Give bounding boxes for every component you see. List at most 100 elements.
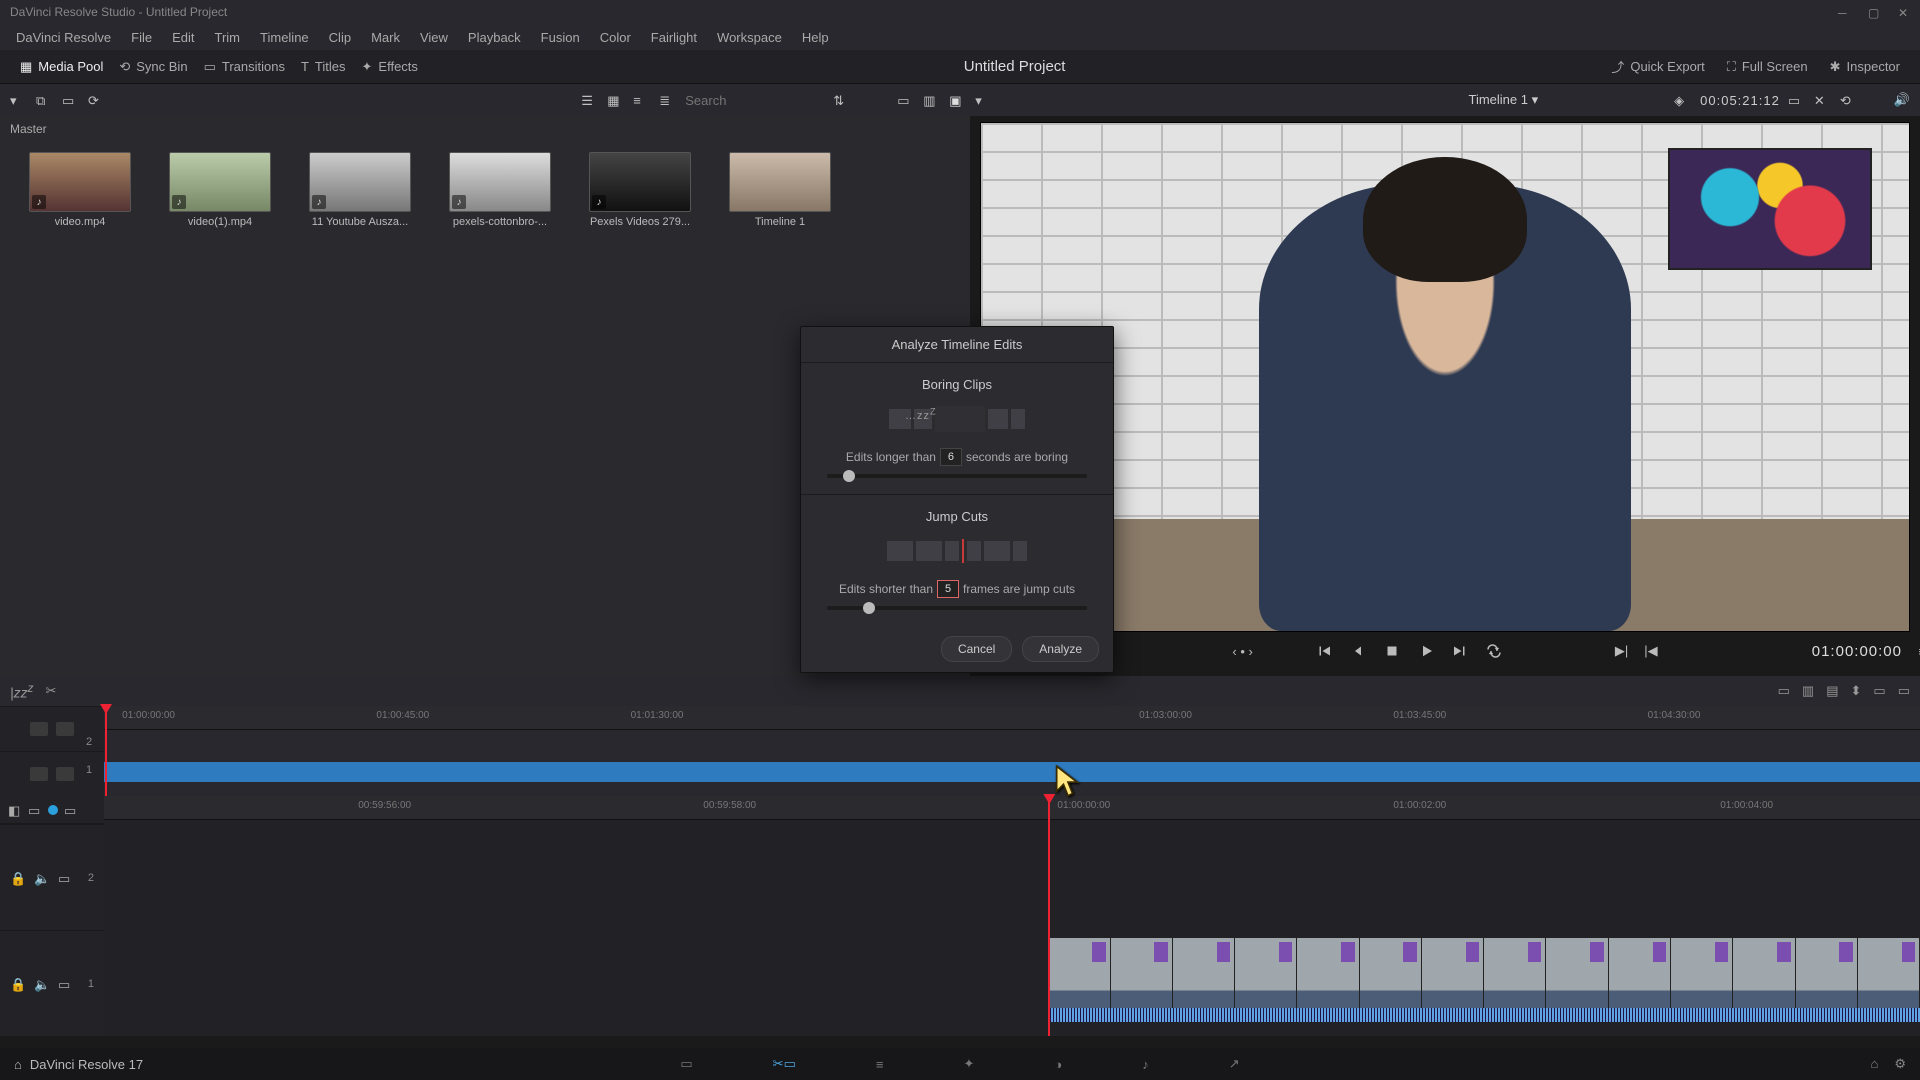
upper-timeline[interactable]: 01:00:00:00 01:00:45:00 01:01:30:00 01:0… — [104, 706, 1920, 796]
media-pool-button[interactable]: ▦ Media Pool — [12, 55, 111, 79]
tool-e-icon[interactable]: ▭ — [1873, 683, 1885, 699]
clip-item[interactable]: ♪video.mp4 — [16, 152, 144, 228]
track-mute-icon[interactable]: 🔈 — [34, 871, 48, 885]
sort-icon[interactable]: ⇅ — [833, 93, 851, 107]
sync-bin-button[interactable]: ⟲ Sync Bin — [111, 55, 195, 79]
thumb-view-icon[interactable]: ▦ — [607, 93, 625, 107]
split-icon[interactable]: ✂ — [45, 683, 56, 699]
clip-thumbnails[interactable] — [1048, 938, 1920, 1008]
track-video-icon[interactable]: ▭ — [58, 977, 72, 991]
boring-seconds-input[interactable]: 6 — [940, 448, 962, 466]
clip-item[interactable]: ♪11 Youtube Ausza... — [296, 152, 424, 228]
record-view-icon[interactable]: ▣ — [949, 93, 967, 107]
close-icon[interactable]: ✕ — [1898, 6, 1910, 18]
project-manager-icon[interactable]: ⌂ — [1870, 1056, 1878, 1072]
track-lock-icon[interactable]: 🔒 — [10, 977, 24, 991]
volume-icon[interactable]: 🔊 — [1894, 92, 1910, 108]
titles-button[interactable]: T Titles — [293, 55, 354, 78]
cancel-button[interactable]: Cancel — [941, 636, 1012, 662]
menu-timeline[interactable]: Timeline — [252, 28, 317, 47]
bypass-icon[interactable]: ✕ — [1814, 93, 1832, 107]
lock-icon[interactable]: ▭ — [64, 803, 78, 817]
boring-detector-icon[interactable]: |zzz — [10, 682, 33, 701]
viewer-frame[interactable] — [980, 122, 1910, 632]
menu-color[interactable]: Color — [592, 28, 639, 47]
step-back-button[interactable] — [1349, 642, 1367, 660]
menu-file[interactable]: File — [123, 28, 160, 47]
menu-davinci[interactable]: DaVinci Resolve — [8, 28, 119, 47]
prev-edit-nav[interactable]: ‹ • › — [1232, 644, 1252, 659]
minimize-icon[interactable]: ─ — [1838, 6, 1850, 18]
audio-waveform[interactable] — [1048, 1008, 1920, 1022]
track-tool-b[interactable] — [56, 722, 74, 736]
menu-workspace[interactable]: Workspace — [709, 28, 790, 47]
playhead-upper[interactable] — [105, 706, 107, 796]
source-view-icon[interactable]: ▭ — [897, 93, 915, 107]
page-media[interactable]: ▭ — [680, 1056, 692, 1072]
mark-in-button[interactable]: ▶| — [1615, 643, 1628, 659]
page-cut[interactable]: ✂▭ — [773, 1056, 796, 1072]
go-end-button[interactable] — [1451, 642, 1469, 660]
lower-timeline[interactable]: 00:59:56:00 00:59:58:00 01:00:00:00 01:0… — [104, 796, 1920, 1036]
menu-mark[interactable]: Mark — [363, 28, 408, 47]
project-settings-icon[interactable]: ⚙ — [1894, 1056, 1906, 1072]
track-lock-icon[interactable]: 🔒 — [10, 871, 24, 885]
home-icon[interactable]: ⌂ — [14, 1057, 22, 1072]
go-start-button[interactable] — [1315, 642, 1333, 660]
master-bin-label[interactable]: Master — [0, 116, 970, 142]
jump-slider[interactable] — [827, 606, 1087, 610]
play-button[interactable] — [1417, 642, 1435, 660]
page-fairlight[interactable]: ♪ — [1142, 1057, 1149, 1072]
tool-a-icon[interactable]: ▭ — [1778, 683, 1790, 699]
clip-item[interactable]: ♪video(1).mp4 — [156, 152, 284, 228]
menu-help[interactable]: Help — [794, 28, 837, 47]
track-video-icon[interactable]: ▭ — [58, 871, 72, 885]
track-mute-icon[interactable]: 🔈 — [34, 977, 48, 991]
menu-edit[interactable]: Edit — [164, 28, 202, 47]
track-tool-d[interactable] — [56, 767, 74, 781]
track-tool-a[interactable] — [30, 722, 48, 736]
transitions-button[interactable]: ▭ Transitions — [196, 55, 293, 79]
full-screen-button[interactable]: ⛶ Full Screen — [1719, 53, 1816, 80]
page-fusion[interactable]: ✦ — [963, 1056, 974, 1072]
menu-view[interactable]: View — [412, 28, 456, 47]
boring-slider[interactable] — [827, 474, 1087, 478]
overview-clip[interactable] — [104, 762, 1920, 782]
folder-icon[interactable]: ▭ — [62, 93, 80, 107]
timeline-name[interactable]: Timeline 1 ▾ — [1469, 92, 1539, 108]
list-view-icon[interactable]: ≣ — [659, 93, 677, 107]
tool-b-icon[interactable]: ▥ — [1802, 683, 1814, 699]
match-frame-icon[interactable]: ◈ — [1674, 93, 1692, 107]
audio-sync-dot-icon[interactable] — [48, 805, 58, 815]
tool-f-icon[interactable]: ▭ — [1898, 683, 1910, 699]
marker-view-icon[interactable]: ▭ — [28, 803, 42, 817]
import-icon[interactable]: ⧉ — [36, 93, 54, 107]
clip-item[interactable]: ♪Pexels Videos 279... — [576, 152, 704, 228]
menu-playback[interactable]: Playback — [460, 28, 529, 47]
viewer-dropdown-icon[interactable]: ▾ — [975, 93, 993, 107]
tool-c-icon[interactable]: ▤ — [1826, 683, 1838, 699]
clip-item[interactable]: Timeline 1 — [716, 152, 844, 228]
loop-range-icon[interactable]: ⟲ — [1840, 93, 1858, 107]
playhead-lower[interactable] — [1048, 796, 1050, 1036]
page-edit[interactable]: ≡ — [876, 1057, 884, 1072]
menu-fairlight[interactable]: Fairlight — [643, 28, 705, 47]
clip-item[interactable]: ♪pexels-cottonbro-... — [436, 152, 564, 228]
loop-button[interactable] — [1485, 642, 1503, 660]
page-color[interactable]: ◑ — [1054, 1057, 1062, 1072]
menu-fusion[interactable]: Fusion — [533, 28, 588, 47]
inspector-button[interactable]: ✱ Inspector — [1822, 53, 1908, 80]
jump-frames-input[interactable]: 5 — [937, 580, 959, 598]
mark-out-button[interactable]: |◀ — [1644, 643, 1657, 659]
effects-button[interactable]: ✦ Effects — [354, 55, 426, 79]
refresh-icon[interactable]: ⟳ — [88, 93, 106, 107]
tool-d-icon[interactable]: ⬍ — [1851, 683, 1862, 699]
analyze-button[interactable]: Analyze — [1022, 636, 1099, 662]
page-deliver[interactable]: ↗ — [1229, 1056, 1240, 1072]
bin-dropdown-icon[interactable]: ▾ — [10, 93, 28, 107]
menu-clip[interactable]: Clip — [321, 28, 359, 47]
search-input[interactable] — [685, 93, 825, 108]
tc-options-icon[interactable]: ▭ — [1788, 93, 1806, 107]
dual-view-icon[interactable]: ▥ — [923, 93, 941, 107]
menu-trim[interactable]: Trim — [207, 28, 249, 47]
